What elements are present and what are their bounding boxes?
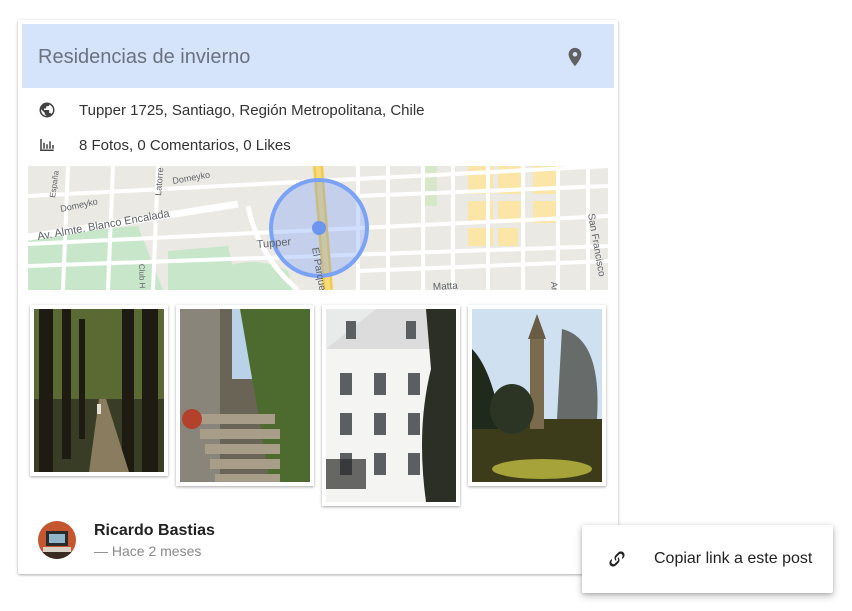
author-name[interactable]: Ricardo Bastias xyxy=(94,522,215,540)
address-text: Tupper 1725, Santiago, Región Metropolit… xyxy=(79,101,425,119)
author-block: Ricardo Bastias — Hace 2 meses xyxy=(38,520,338,560)
photo-thumbnail[interactable] xyxy=(322,305,460,506)
address-row: Tupper 1725, Santiago, Región Metropolit… xyxy=(38,98,425,122)
post-header: Residencias de invierno xyxy=(22,24,614,88)
map-label: Ar xyxy=(549,281,560,290)
location-map[interactable]: Domeyko Domeyko Latorre España Av. Almte… xyxy=(28,166,608,290)
photo-thumbnail[interactable] xyxy=(468,305,606,486)
post-time: — Hace 2 meses xyxy=(94,543,202,559)
copy-link-menu-item[interactable]: Copiar link a este post xyxy=(582,525,833,593)
bar-chart-icon xyxy=(38,136,56,154)
post-card: Residencias de invierno Tupper 1725, San… xyxy=(18,20,618,574)
avatar[interactable] xyxy=(38,521,76,559)
map-label: Club H xyxy=(137,264,147,289)
stats-text: 8 Fotos, 0 Comentarios, 0 Likes xyxy=(79,136,291,154)
map-label: Matta xyxy=(433,281,459,290)
post-title: Residencias de invierno xyxy=(38,46,251,68)
link-icon xyxy=(606,548,628,570)
location-pin-icon[interactable] xyxy=(564,46,586,68)
globe-icon xyxy=(38,101,56,119)
photo-thumbnail[interactable] xyxy=(30,305,168,476)
context-menu: Copiar link a este post xyxy=(582,525,833,593)
photo-thumbnail[interactable] xyxy=(176,305,314,486)
stats-row: 8 Fotos, 0 Comentarios, 0 Likes xyxy=(38,133,291,157)
copy-link-label: Copiar link a este post xyxy=(654,550,813,567)
